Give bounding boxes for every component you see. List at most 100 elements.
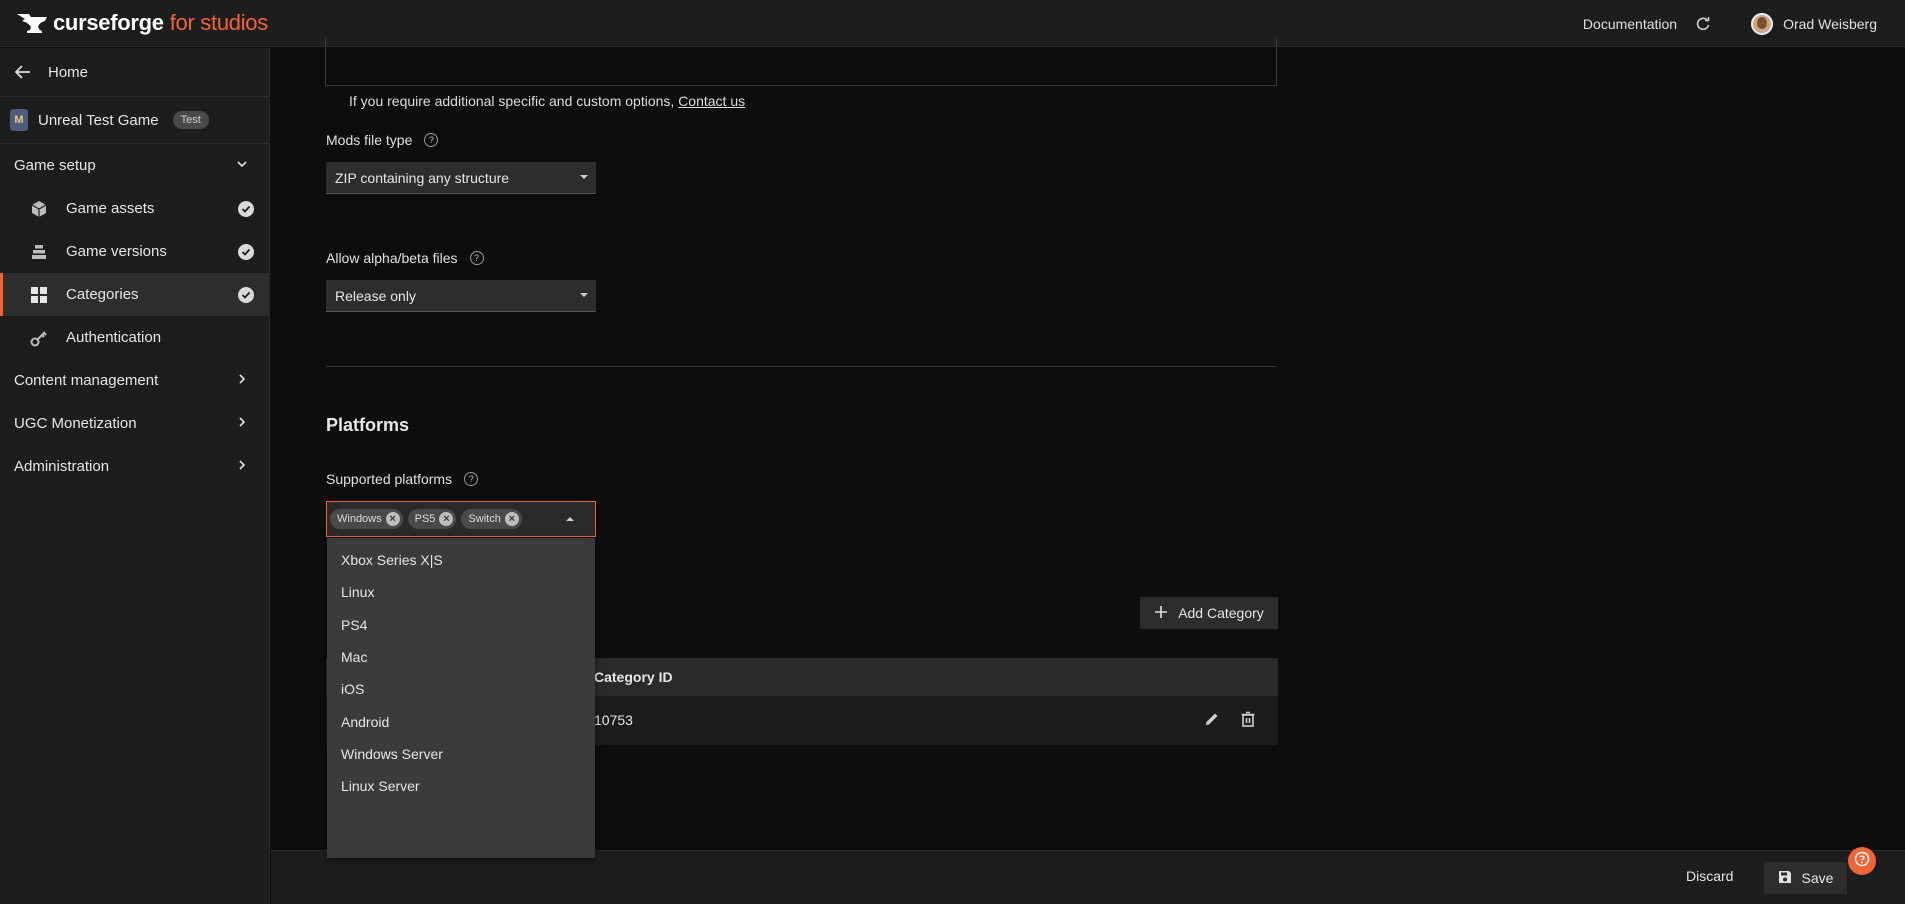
supported-platforms-label: Supported platforms ? [326, 471, 479, 487]
avatar [1751, 12, 1774, 35]
curseforge-logo[interactable]: curseforge for studios [17, 10, 268, 36]
info-message: If you require additional specific and c… [349, 93, 675, 109]
grid-icon [30, 286, 48, 304]
mods-file-type-label: Mods file type ? [326, 132, 439, 148]
top-nav: Documentation Orad Weisberg [1583, 0, 1877, 47]
dropdown-option[interactable]: Android [327, 705, 595, 737]
arrow-left-icon [14, 63, 32, 81]
chip-label: Windows [337, 513, 382, 525]
add-category-button[interactable]: Add Category [1140, 597, 1278, 629]
plus-icon [1154, 605, 1168, 622]
dropdown-option[interactable]: Xbox Series X|S [327, 544, 595, 576]
caret-down-icon [580, 175, 588, 179]
check-circle-icon [238, 201, 254, 217]
sidebar-item-label: Authentication [66, 329, 162, 346]
chip-label: Switch [468, 513, 501, 525]
supported-platforms-multiselect[interactable]: Windows × PS5 × Switch × [326, 501, 596, 537]
dropdown-option[interactable]: Linux Server [327, 770, 595, 802]
sidebar-item-game-assets[interactable]: Game assets [0, 187, 269, 230]
sidebar-section-game-setup[interactable]: Game setup [0, 144, 269, 187]
chevron-right-icon [235, 458, 253, 476]
sidebar-item-authentication[interactable]: Authentication [0, 316, 269, 359]
sidebar-item-label: Categories [66, 286, 139, 303]
chip-label: PS5 [414, 513, 436, 525]
trash-icon[interactable] [1240, 711, 1256, 732]
sidebar-section-label: UGC Monetization [14, 415, 137, 432]
help-icon[interactable]: ? [469, 251, 484, 265]
anvil-icon [17, 14, 47, 33]
chip-windows: Windows × [330, 509, 403, 529]
sidebar-section-label: Game setup [14, 157, 96, 174]
user-menu[interactable]: Orad Weisberg [1751, 12, 1877, 35]
brand-suffix: for studios [169, 10, 269, 35]
caret-up-icon[interactable] [566, 517, 574, 521]
help-icon[interactable]: ? [424, 133, 439, 147]
dropdown-option[interactable]: Mac [327, 641, 595, 673]
save-button[interactable]: Save [1764, 862, 1847, 894]
mods-file-type-select[interactable]: ZIP containing any structure [326, 162, 596, 194]
sidebar-section-label: Administration [14, 458, 110, 475]
help-fab[interactable] [1848, 847, 1876, 875]
floppy-disk-icon [1778, 870, 1792, 887]
dropdown-option[interactable]: PS4 [327, 609, 595, 641]
field-label: Supported platforms [326, 471, 453, 487]
sidebar-item-label: Game versions [66, 243, 167, 260]
chevron-right-icon [235, 372, 253, 390]
question-circle-icon [1854, 851, 1870, 872]
sidebar-item-categories[interactable]: Categories [0, 273, 269, 316]
game-logo-icon: M [10, 109, 28, 131]
caret-down-icon [580, 293, 588, 297]
dropdown-option[interactable]: Windows Server [327, 738, 595, 770]
bottom-action-bar: Discard Save [271, 850, 1905, 904]
documentation-link[interactable]: Documentation [1583, 16, 1677, 32]
dropdown-option[interactable]: Linux [327, 576, 595, 608]
sidebar-item-game-versions[interactable]: Game versions [0, 230, 269, 273]
row-actions [1204, 711, 1256, 732]
contact-us-link[interactable]: Contact us [678, 93, 745, 109]
sidebar-section-ugc-monetization[interactable]: UGC Monetization [0, 402, 269, 445]
layers-icon [30, 243, 48, 261]
sidebar-game[interactable]: M Unreal Test Game Test [0, 97, 269, 144]
add-category-label: Add Category [1178, 605, 1264, 621]
chevron-right-icon [235, 415, 253, 433]
key-icon [30, 329, 48, 347]
main-content: If you require additional specific and c… [271, 38, 1905, 858]
check-circle-icon [238, 244, 254, 260]
dropdown-option[interactable]: iOS [327, 673, 595, 705]
chip-switch: Switch × [461, 509, 522, 529]
game-name: Unreal Test Game [38, 111, 159, 129]
sidebar-home[interactable]: Home [0, 48, 269, 97]
refresh-icon[interactable] [1695, 16, 1711, 32]
chevron-down-icon [235, 157, 253, 175]
info-text: If you require additional specific and c… [349, 93, 745, 109]
field-label: Mods file type [326, 132, 413, 148]
remove-icon[interactable]: × [504, 512, 519, 526]
remove-icon[interactable]: × [439, 512, 454, 526]
sidebar-home-label: Home [48, 63, 89, 81]
allow-alpha-label: Allow alpha/beta files ? [326, 250, 484, 266]
discard-button[interactable]: Discard [1686, 868, 1733, 884]
sidebar-section-content-management[interactable]: Content management [0, 359, 269, 402]
select-value: ZIP containing any structure [335, 169, 510, 186]
cube-icon [30, 200, 48, 218]
category-id-cell: 10753 [594, 712, 633, 728]
chip-ps5: PS5 × [407, 509, 457, 529]
edit-icon[interactable] [1204, 711, 1220, 732]
field-label: Allow alpha/beta files [326, 250, 458, 266]
status-badge: Test [172, 111, 209, 129]
brand-name: curseforge [53, 10, 164, 35]
platforms-dropdown: Xbox Series X|S Linux PS4 Mac iOS Androi… [327, 538, 595, 858]
remove-icon[interactable]: × [385, 512, 400, 526]
sidebar-section-label: Content management [14, 372, 159, 389]
column-header-category-id: Category ID [594, 669, 673, 685]
info-box [325, 38, 1277, 86]
save-label: Save [1801, 870, 1834, 886]
sidebar-item-label: Game assets [66, 200, 155, 217]
select-value: Release only [335, 287, 416, 304]
help-icon[interactable]: ? [464, 472, 479, 486]
platforms-title: Platforms [326, 415, 410, 435]
section-divider [326, 366, 1277, 367]
user-name: Orad Weisberg [1783, 15, 1877, 32]
allow-alpha-select[interactable]: Release only [326, 280, 596, 312]
sidebar-section-administration[interactable]: Administration [0, 445, 269, 488]
